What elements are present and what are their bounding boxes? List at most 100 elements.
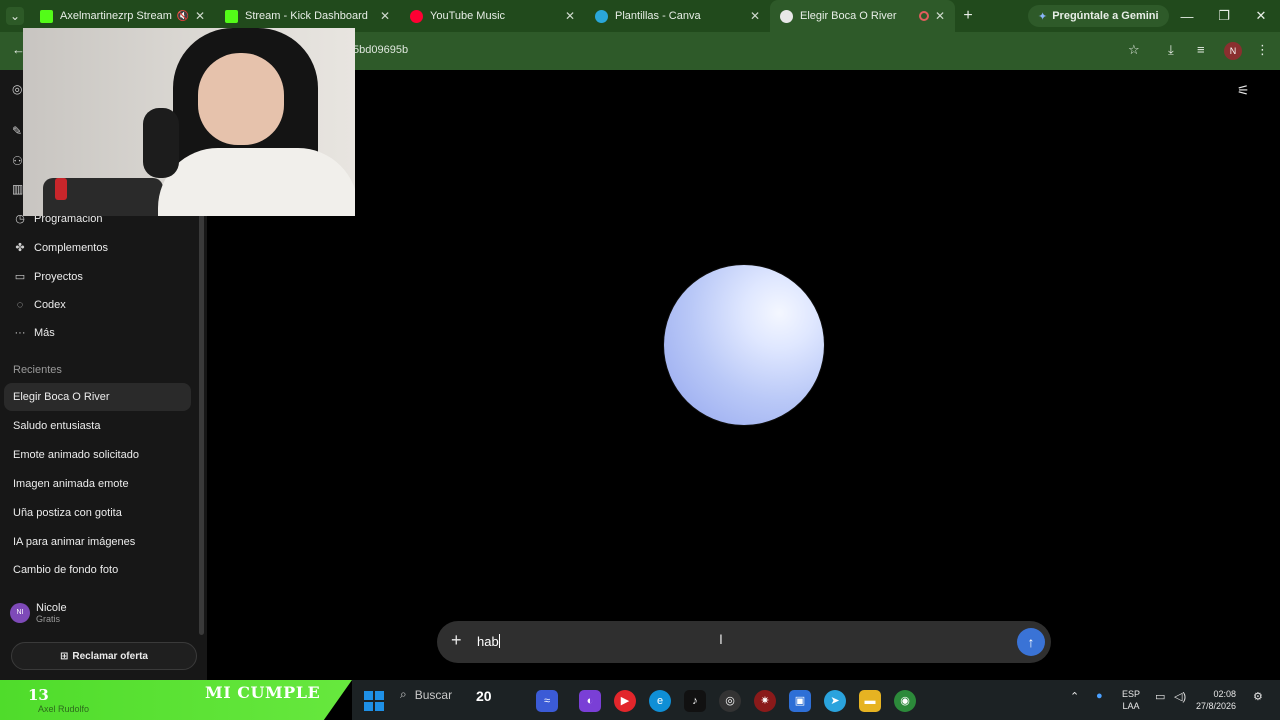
close-icon[interactable]: ✕ [935,9,945,23]
browser-tab-active[interactable]: Elegir Boca O River ✕ [770,0,955,32]
voice-settings-icon[interactable]: ⚟ [1237,82,1250,99]
clock-date: 27/8/2026 [1196,701,1237,711]
screen: ⌄ Axelmartinezrp Stream - V 🔇 ✕ Stream -… [0,0,1280,720]
add-attachment-icon[interactable]: + [451,630,462,651]
folder-icon: ▭ [14,271,26,283]
media-control-icon[interactable]: ≡ [1197,42,1205,57]
close-icon[interactable]: ✕ [380,9,390,23]
taskbar-search[interactable]: ⌕ Buscar [400,687,452,702]
chevron-down-icon: ⌄ [6,7,24,25]
banner-day: 13 [28,686,49,704]
language-indicator[interactable]: ESP LAA [1122,688,1140,712]
user-account[interactable]: NI Nicole Gratis [10,602,67,624]
minimize-icon[interactable]: — [1168,0,1206,32]
microphone-icon[interactable]: ● [1096,690,1103,702]
webcam-microphone [143,108,179,178]
chatgpt-icon [780,9,793,23]
network-icon[interactable]: ▭ [1155,690,1165,703]
tab-title: Plantillas - Canva [615,10,701,22]
clock-time: 02:08 [1213,689,1237,699]
file-explorer-icon[interactable]: ▬ [859,690,881,712]
recent-chat-item[interactable]: IA para animar imágenes [4,528,191,556]
copilot-icon[interactable]: ◐ [579,690,601,712]
download-icon[interactable]: ⤓ [1168,42,1174,58]
codex-icon: ◌ [16,299,24,311]
voice-orb [664,265,824,425]
banner-text: MI CUMPLE [205,683,321,702]
tray-overflow-icon[interactable]: ⌃ [1070,690,1079,703]
canva-icon [595,9,608,23]
telegram-icon[interactable]: ➤ [824,690,846,712]
chrome-icon[interactable]: ◉ [894,690,916,712]
browser-tab[interactable]: YouTube Music ✕ [400,0,585,32]
sidebar-item-label: Proyectos [34,270,83,283]
sidebar-item-codex[interactable]: ◌ Codex [13,299,66,311]
chatgpt-app-icon[interactable]: ◎ [719,690,741,712]
tab-title: Axelmartinezrp Stream - V [60,10,172,22]
library-icon[interactable]: ▥ [12,182,23,196]
youtube-music-app-icon[interactable]: ▶ [614,690,636,712]
gemini-label: Pregúntale a Gemini [1052,10,1159,22]
system-clock[interactable]: 02:08 27/8/2026 [1196,688,1236,712]
widget-app-icon[interactable]: ≈ [536,690,558,712]
claim-offer-button[interactable]: ⊞ Reclamar oferta [11,642,197,670]
sidebar-item-label: Codex [34,299,66,311]
sidebar-item-label: Más [34,327,55,339]
recent-chat-item[interactable]: Uña postiza con gotita [4,499,191,527]
send-button[interactable]: ↑ [1017,628,1045,656]
recording-icon [918,11,929,21]
profile-avatar[interactable]: N [1224,42,1242,60]
puzzle-icon: ✤ [15,242,25,254]
recent-chat-item[interactable]: Imagen animada emote [4,470,191,498]
menu-kebab-icon[interactable]: ⋮ [1256,42,1269,58]
images-icon[interactable]: ⚇ [12,154,23,168]
edge-icon[interactable]: e [649,690,671,712]
game-app-icon[interactable]: ✷ [754,690,776,712]
text-caret [498,634,500,648]
recent-chat-item[interactable]: Cambio de fondo foto [4,556,191,584]
lang-top: ESP [1122,689,1141,699]
recent-chat-item[interactable]: Saludo entusiasta [4,412,191,440]
gemini-icon: ✦ [1038,10,1048,23]
recent-chat-item[interactable]: Elegir Boca O River [4,383,191,411]
sidebar-item-proyectos[interactable]: ▭ Proyectos [13,270,83,284]
weather-widget[interactable]: 20 [476,688,492,704]
close-icon[interactable]: ✕ [750,9,760,23]
search-placeholder: Buscar [414,687,453,702]
sidebar-item-mas[interactable]: ··· Más [13,327,55,339]
close-window-icon[interactable]: ✕ [1242,0,1280,32]
kick-icon [40,9,53,23]
arrow-up-icon: ↑ [1027,634,1035,650]
new-chat-icon[interactable]: ✎ [12,124,22,138]
lang-bottom: LAA [1122,701,1140,711]
user-plan: Gratis [36,614,61,624]
recent-chat-item[interactable]: Emote animado solicitado [4,441,191,469]
close-icon[interactable]: ✕ [565,9,575,23]
notification-gear-icon[interactable]: ⚙ [1253,690,1263,703]
store-icon[interactable]: ▣ [789,690,811,712]
webcam-person-face [198,53,284,145]
close-icon[interactable]: ✕ [195,9,205,23]
sidebar-scrollbar[interactable] [199,210,204,635]
tiktok-icon[interactable]: ♪ [684,690,706,712]
sidebar-item-label: Complementos [34,241,108,254]
gemini-button[interactable]: ✦ Pregúntale a Gemini [1028,5,1169,27]
restore-icon[interactable]: ❐ [1205,0,1243,32]
more-icon: ··· [14,327,26,339]
tab-title: YouTube Music [430,10,506,22]
chatgpt-logo-icon[interactable]: ◎ [12,82,22,96]
message-input[interactable]: hab [477,634,997,649]
new-tab-button[interactable]: + [955,7,981,25]
youtube-music-icon [410,9,423,23]
windows-start-icon[interactable] [364,691,384,711]
message-composer: + hab ↑ [437,621,1051,663]
browser-tab[interactable]: Plantillas - Canva ✕ [585,0,770,32]
recents-heading: Recientes [13,364,62,376]
webcam-person-hoodie [158,148,355,216]
bookmark-star-icon[interactable]: ☆ [1128,42,1140,58]
volume-icon[interactable]: ◁) [1174,690,1186,703]
muted-icon[interactable]: 🔇 [176,11,188,22]
sidebar-item-complementos[interactable]: ✤ Complementos [13,241,108,255]
claim-offer-label: Reclamar oferta [72,650,148,662]
url-text[interactable]: 5bd09695b [353,44,408,56]
